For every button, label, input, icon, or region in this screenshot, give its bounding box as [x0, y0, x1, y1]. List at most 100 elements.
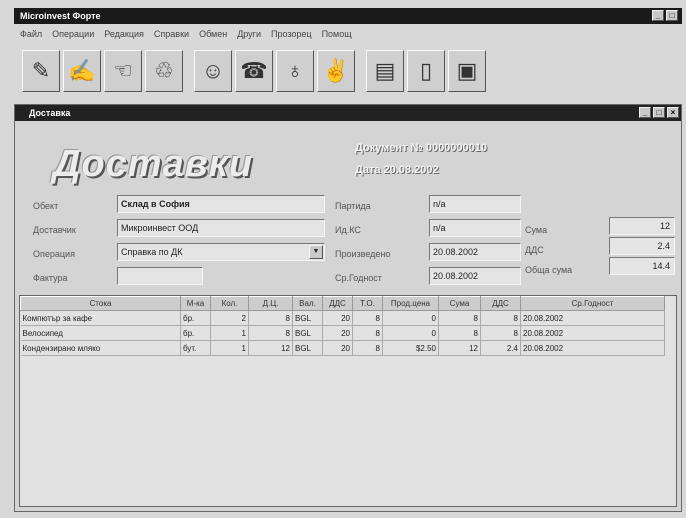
- col-header-unit[interactable]: М-ка: [180, 296, 211, 311]
- document-date: Дата 20.08.2002: [355, 164, 439, 176]
- cell-price[interactable]: 8: [248, 325, 293, 341]
- expiry-date-field[interactable]: 20.08.2002: [429, 267, 521, 285]
- table-row[interactable]: Велосипед бр. 1 8 BGL 20 8 0 8 8 20.08.2…: [20, 325, 665, 341]
- items-table: Стока М-ка Кол. Д.Ц. Вал. ДДС Т.О. Прод.…: [20, 296, 665, 356]
- save-icon: ▣: [456, 58, 478, 83]
- col-header-item[interactable]: Стока: [20, 296, 181, 311]
- cashbox-icon: ▤: [374, 58, 396, 83]
- items-grid[interactable]: Стока М-ка Кол. Д.Ц. Вал. ДДС Т.О. Прод.…: [19, 295, 677, 507]
- produced-date-field[interactable]: 20.08.2002: [429, 243, 521, 261]
- cell-sum[interactable]: 12: [438, 340, 481, 356]
- col-header-sum[interactable]: Сума: [438, 296, 481, 311]
- partners-tool-button[interactable]: ☺: [194, 50, 232, 92]
- book-tool-button[interactable]: ▯: [407, 50, 445, 92]
- object-label: Обект: [33, 201, 59, 211]
- cell-dds[interactable]: 8: [480, 310, 521, 326]
- cell-sum[interactable]: 8: [438, 310, 481, 326]
- delivery-window: Доставка _ □ × Доставки Документ № 00000…: [14, 104, 682, 512]
- col-header-vat[interactable]: ДДС: [322, 296, 353, 311]
- cell-unit[interactable]: бр.: [180, 310, 211, 326]
- scrap-tool-button[interactable]: ♲: [145, 50, 183, 92]
- cell-price[interactable]: 12: [248, 340, 293, 356]
- cell-currency[interactable]: BGL: [292, 325, 323, 341]
- menu-other[interactable]: Други: [237, 29, 261, 39]
- supplier-field[interactable]: Микроинвест ООД: [117, 219, 325, 237]
- window-close-button[interactable]: ×: [667, 107, 679, 118]
- cell-sale-price[interactable]: $2.50: [382, 340, 439, 356]
- items-tool-button[interactable]: ☎: [235, 50, 273, 92]
- window-maximize-button[interactable]: □: [653, 107, 665, 118]
- app-minimize-button[interactable]: _: [652, 10, 664, 21]
- app-title-bar: Microinvest Форте _ □: [14, 8, 682, 24]
- table-row[interactable]: Компютър за кафе бр. 2 8 BGL 20 8 0 8 8 …: [20, 310, 665, 326]
- batch-label: Партида: [335, 201, 371, 211]
- book-icon: ▯: [419, 58, 433, 83]
- page-title: Доставки: [53, 143, 254, 185]
- cell-expiry[interactable]: 20.08.2002: [520, 310, 665, 326]
- app-maximize-button[interactable]: □: [666, 10, 678, 21]
- id-ks-field[interactable]: n/a: [429, 219, 521, 237]
- chevron-down-icon[interactable]: ▼: [309, 245, 323, 259]
- cell-vat[interactable]: 20: [322, 340, 353, 356]
- col-header-dds[interactable]: ДДС: [480, 296, 521, 311]
- col-header-expiry[interactable]: Ср.Годност: [520, 296, 665, 311]
- cell-to[interactable]: 8: [352, 325, 383, 341]
- object-field[interactable]: Склад в София: [117, 195, 325, 213]
- cell-dds[interactable]: 8: [480, 325, 521, 341]
- cell-dds[interactable]: 2.4: [480, 340, 521, 356]
- cell-vat[interactable]: 20: [322, 325, 353, 341]
- sales-tool-button[interactable]: ✎: [22, 50, 60, 92]
- cell-currency[interactable]: BGL: [292, 310, 323, 326]
- col-header-price[interactable]: Д.Ц.: [248, 296, 293, 311]
- cell-expiry[interactable]: 20.08.2002: [520, 340, 665, 356]
- cell-qty[interactable]: 2: [210, 310, 249, 326]
- toolbar: ✎ ✍ ☜ ♲ ☺ ☎ ♁ ✌ ▤ ▯ ▣: [14, 46, 682, 96]
- cell-vat[interactable]: 20: [322, 310, 353, 326]
- col-header-sale-price[interactable]: Прод.цена: [382, 296, 439, 311]
- cell-sale-price[interactable]: 0: [382, 310, 439, 326]
- cell-unit[interactable]: бр.: [180, 325, 211, 341]
- scrap-icon: ♲: [154, 58, 174, 83]
- menu-window[interactable]: Прозорец: [271, 29, 312, 39]
- cell-to[interactable]: 8: [352, 310, 383, 326]
- invoice-field[interactable]: [117, 267, 203, 285]
- payment-tool-button[interactable]: ☜: [104, 50, 142, 92]
- delivery-tool-button[interactable]: ✍: [63, 50, 101, 92]
- menu-operations[interactable]: Операции: [52, 29, 94, 39]
- window-minimize-button[interactable]: _: [639, 107, 651, 118]
- cell-item[interactable]: Кондензирано мляко: [20, 340, 181, 356]
- cell-to[interactable]: 8: [352, 340, 383, 356]
- col-header-qty[interactable]: Кол.: [210, 296, 249, 311]
- cell-item[interactable]: Велосипед: [20, 325, 181, 341]
- menu-help[interactable]: Помощ: [322, 29, 352, 39]
- col-header-to[interactable]: Т.О.: [352, 296, 383, 311]
- cell-qty[interactable]: 1: [210, 340, 249, 356]
- cell-currency[interactable]: BGL: [292, 340, 323, 356]
- cell-price[interactable]: 8: [248, 310, 293, 326]
- sum-label: Сума: [525, 225, 548, 235]
- operation-select[interactable]: Справка по ДК ▼: [117, 243, 325, 261]
- cell-expiry[interactable]: 20.08.2002: [520, 325, 665, 341]
- document-number: Документ № 0000000010: [355, 142, 488, 154]
- cashbox-tool-button[interactable]: ▤: [366, 50, 404, 92]
- menu-file[interactable]: Файл: [20, 29, 42, 39]
- document-info: Документ № 0000000010 Дата 20.08.2002: [355, 137, 487, 181]
- app-title: Microinvest Форте: [20, 11, 101, 21]
- table-row[interactable]: Кондензирано мляко бут. 1 12 BGL 20 8 $2…: [20, 340, 665, 356]
- cell-item[interactable]: Компютър за кафе: [20, 310, 181, 326]
- cell-sale-price[interactable]: 0: [382, 325, 439, 341]
- cell-qty[interactable]: 1: [210, 325, 249, 341]
- total-label: Обща сума: [525, 265, 573, 275]
- objects-icon: ♁: [286, 58, 304, 83]
- menu-exchange[interactable]: Обмен: [199, 29, 227, 39]
- save-tool-button[interactable]: ▣: [448, 50, 486, 92]
- batch-field[interactable]: n/a: [429, 195, 521, 213]
- cell-unit[interactable]: бут.: [180, 340, 211, 356]
- cell-sum[interactable]: 8: [438, 325, 481, 341]
- menu-reports[interactable]: Справки: [154, 29, 189, 39]
- users-tool-button[interactable]: ✌: [317, 50, 355, 92]
- objects-tool-button[interactable]: ♁: [276, 50, 314, 92]
- menu-edit[interactable]: Редакция: [104, 29, 144, 39]
- col-header-currency[interactable]: Вал.: [292, 296, 323, 311]
- sum-value: 12: [609, 217, 675, 235]
